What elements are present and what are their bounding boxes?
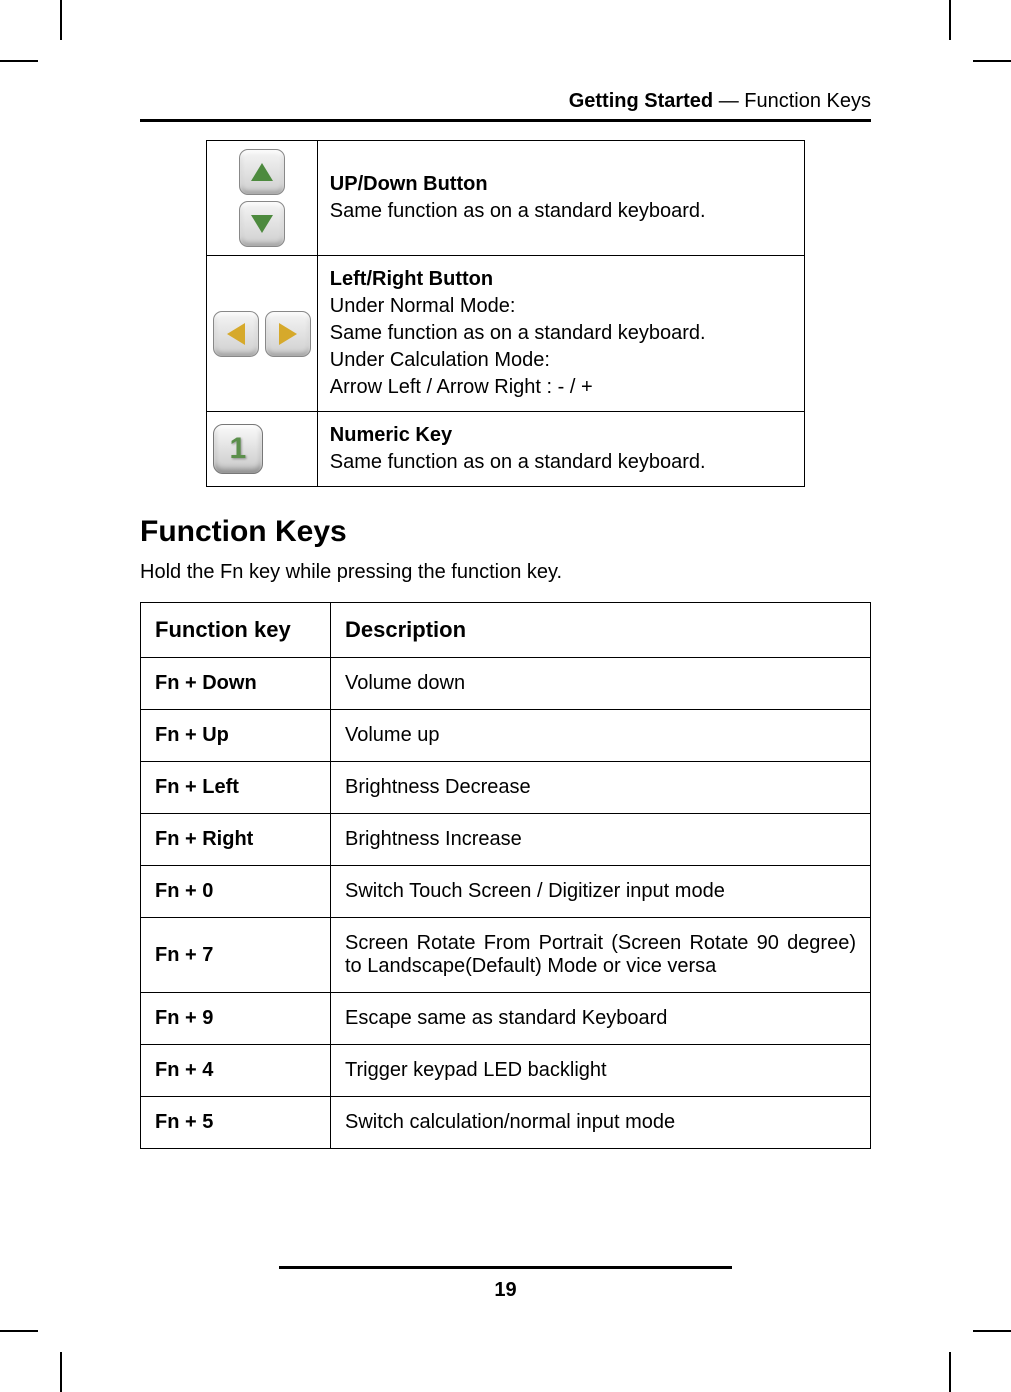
fn-desc: Switch Touch Screen / Digitizer input mo… [331, 866, 871, 918]
numeric-key-icon: 1 [213, 424, 263, 474]
icon-cell-leftright [206, 256, 317, 412]
desc-cell-updown: UP/Down Button Same function as on a sta… [317, 141, 804, 256]
fn-desc: Volume up [331, 710, 871, 762]
desc-cell-leftright: Left/Right Button Under Normal Mode: Sam… [317, 256, 804, 412]
fn-desc: Volume down [331, 658, 871, 710]
fn-desc: Switch calculation/normal input mode [331, 1097, 871, 1149]
table-row: Fn + 9 Escape same as standard Keyboard [141, 993, 871, 1045]
fn-key: Fn + 7 [141, 918, 331, 993]
table-row: Fn + Up Volume up [141, 710, 871, 762]
row-line: Arrow Left / Arrow Right : - / + [330, 376, 593, 398]
fn-key: Fn + 5 [141, 1097, 331, 1149]
crop-mark [949, 1352, 951, 1392]
button-description-table: UP/Down Button Same function as on a sta… [206, 140, 805, 487]
table-row: Fn + Right Brightness Increase [141, 814, 871, 866]
fn-key: Fn + 4 [141, 1045, 331, 1097]
header-section: Getting Started [569, 90, 713, 112]
fn-key: Fn + 9 [141, 993, 331, 1045]
header-separator: — [713, 90, 744, 112]
crop-mark [949, 0, 951, 40]
table-row: Fn + 0 Switch Touch Screen / Digitizer i… [141, 866, 871, 918]
icon-cell-updown [206, 141, 317, 256]
table-row: Fn + Left Brightness Decrease [141, 762, 871, 814]
footer-rule [279, 1266, 732, 1269]
fn-desc: Escape same as standard Keyboard [331, 993, 871, 1045]
arrow-up-icon [239, 149, 285, 195]
arrow-right-icon [265, 311, 311, 357]
fn-key: Fn + Up [141, 710, 331, 762]
crop-mark [0, 1330, 38, 1332]
table-row: 1 Numeric Key Same function as on a stan… [206, 412, 804, 487]
row-line: Same function as on a standard keyboard. [330, 200, 706, 222]
row-line: Under Calculation Mode: [330, 349, 550, 371]
arrow-down-icon [239, 201, 285, 247]
page-header: Getting Started — Function Keys [140, 90, 871, 122]
fn-desc: Trigger keypad LED backlight [331, 1045, 871, 1097]
crop-mark [60, 0, 62, 40]
section-lead: Hold the Fn key while pressing the funct… [140, 561, 871, 584]
desc-cell-numeric: Numeric Key Same function as on a standa… [317, 412, 804, 487]
table-row: Fn + 7 Screen Rotate From Portrait (Scre… [141, 918, 871, 993]
fn-key: Fn + Down [141, 658, 331, 710]
crop-mark [973, 1330, 1011, 1332]
row-title: Left/Right Button [330, 268, 493, 290]
fn-key: Fn + 0 [141, 866, 331, 918]
fn-key: Fn + Right [141, 814, 331, 866]
fn-desc: Brightness Increase [331, 814, 871, 866]
arrow-left-icon [213, 311, 259, 357]
table-row: Fn + 4 Trigger keypad LED backlight [141, 1045, 871, 1097]
row-title: UP/Down Button [330, 173, 488, 195]
numeric-key-digit: 1 [229, 429, 246, 470]
fn-key: Fn + Left [141, 762, 331, 814]
section-heading: Function Keys [140, 515, 871, 549]
table-row: Fn + 5 Switch calculation/normal input m… [141, 1097, 871, 1149]
page-footer: 19 [140, 1266, 871, 1302]
th-function-key: Function key [141, 603, 331, 658]
row-line: Same function as on a standard keyboard. [330, 322, 706, 344]
table-header-row: Function key Description [141, 603, 871, 658]
row-line: Same function as on a standard keyboard. [330, 451, 706, 473]
fn-desc: Brightness Decrease [331, 762, 871, 814]
icon-cell-numeric: 1 [206, 412, 317, 487]
function-key-table: Function key Description Fn + Down Volum… [140, 602, 871, 1149]
table-row: Left/Right Button Under Normal Mode: Sam… [206, 256, 804, 412]
row-line: Under Normal Mode: [330, 295, 516, 317]
row-title: Numeric Key [330, 424, 452, 446]
fn-desc: Screen Rotate From Portrait (Screen Rota… [331, 918, 871, 993]
th-description: Description [331, 603, 871, 658]
table-row: Fn + Down Volume down [141, 658, 871, 710]
table-row: UP/Down Button Same function as on a sta… [206, 141, 804, 256]
header-topic: Function Keys [744, 90, 871, 112]
page-number: 19 [140, 1279, 871, 1302]
page-content: Getting Started — Function Keys UP/Down … [140, 90, 871, 1302]
crop-mark [0, 60, 38, 62]
crop-mark [973, 60, 1011, 62]
crop-mark [60, 1352, 62, 1392]
